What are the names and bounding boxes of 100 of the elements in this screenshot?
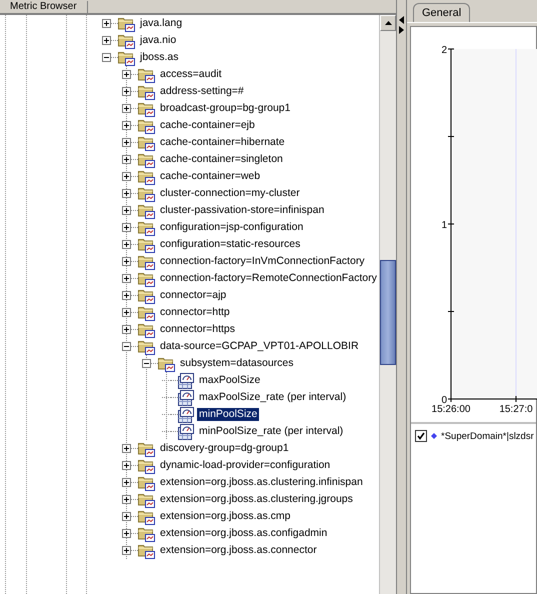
expand-icon[interactable]	[122, 444, 131, 453]
folder-chart-icon	[138, 118, 155, 134]
scroll-up-icon[interactable]	[380, 15, 396, 31]
chart-gauge-icon	[178, 406, 194, 422]
tree-item[interactable]: discovery-group=dg-group1	[158, 442, 291, 455]
folder-chart-icon	[138, 492, 155, 508]
tree-item[interactable]: cache-container=hibernate	[158, 136, 287, 149]
chart-gauge-icon	[178, 390, 194, 406]
folder-chart-icon	[138, 100, 155, 116]
folder-chart-icon	[138, 526, 155, 542]
folder-chart-icon	[138, 134, 155, 150]
x-tick-label: 15:26:00	[432, 404, 470, 415]
expand-icon[interactable]	[122, 308, 131, 317]
tree-item[interactable]: cache-container=singleton	[158, 153, 285, 166]
collapse-icon[interactable]	[122, 342, 131, 351]
tree-item[interactable]: extension=org.jboss.as.clustering.infinispan	[158, 476, 365, 489]
tree-item[interactable]: extension=org.jboss.as.connector	[158, 544, 319, 557]
tree-item[interactable]: java.nio	[138, 34, 178, 47]
expand-icon[interactable]	[122, 546, 131, 555]
folder-chart-icon	[138, 440, 155, 456]
collapse-left-icon[interactable]	[399, 16, 404, 24]
expand-icon[interactable]	[122, 87, 131, 96]
tree-item[interactable]: access=audit	[158, 68, 224, 81]
tree-item[interactable]: minPoolSize_rate (per interval)	[197, 425, 346, 438]
folder-chart-icon	[158, 356, 175, 372]
tree-item[interactable]: connector=http	[158, 306, 232, 319]
tab[interactable]: General	[413, 3, 470, 22]
checkbox[interactable]	[415, 430, 427, 442]
chart-gauge-icon	[178, 372, 194, 388]
tree-item[interactable]: cluster-passivation-store=infinispan	[158, 204, 326, 217]
tree-item[interactable]: extension=org.jboss.as.cmp	[158, 510, 292, 523]
folder-chart-icon	[138, 288, 155, 304]
expand-icon[interactable]	[122, 104, 131, 113]
folder-chart-icon	[138, 152, 155, 168]
tree-item[interactable]: cluster-connection=my-cluster	[158, 187, 302, 200]
tree-item[interactable]: address-setting=#	[158, 85, 246, 98]
y-tick-label: 1	[441, 220, 447, 231]
series-label: *SuperDomain*|slzdsr	[441, 430, 534, 442]
tree-item[interactable]: maxPoolSize_rate (per interval)	[197, 391, 348, 404]
expand-icon[interactable]	[122, 121, 131, 130]
folder-chart-icon	[138, 254, 155, 270]
folder-chart-icon	[138, 304, 155, 320]
expand-icon[interactable]	[102, 19, 111, 28]
y-tick-label: 2	[441, 45, 447, 56]
expand-icon[interactable]	[122, 138, 131, 147]
scroll-thumb[interactable]	[380, 260, 396, 365]
tree-item[interactable]: subsystem=datasources	[178, 357, 296, 370]
folder-chart-icon	[138, 322, 155, 338]
tree-item[interactable]: minPoolSize	[197, 408, 260, 421]
folder-chart-icon	[138, 84, 155, 100]
expand-icon[interactable]	[122, 206, 131, 215]
expand-icon[interactable]	[122, 325, 131, 334]
tree-item[interactable]: connection-factory=InVmConnectionFactory	[158, 255, 367, 268]
tree-item[interactable]: cache-container=web	[158, 170, 262, 183]
expand-icon[interactable]	[122, 495, 131, 504]
expand-icon[interactable]	[122, 529, 131, 538]
expand-icon[interactable]	[102, 36, 111, 45]
expand-right-icon[interactable]	[399, 26, 404, 34]
tree-item[interactable]: maxPoolSize	[197, 374, 262, 387]
expand-icon[interactable]	[122, 155, 131, 164]
tree-item[interactable]: extension=org.jboss.as.configadmin	[158, 527, 330, 540]
tree-item[interactable]: connector=https	[158, 323, 238, 336]
folder-chart-icon	[138, 458, 155, 474]
folder-chart-icon	[138, 168, 155, 184]
tree-item[interactable]: configuration=static-resources	[158, 238, 302, 251]
tree-item[interactable]: connection-factory=RemoteConnectionFactory	[158, 272, 379, 285]
tree-item[interactable]: configuration=jsp-configuration	[158, 221, 306, 234]
tree-item[interactable]: cache-container=ejb	[158, 119, 257, 132]
folder-chart-icon	[118, 32, 135, 48]
expand-icon[interactable]	[122, 70, 131, 79]
tree-item[interactable]: connector=ajp	[158, 289, 228, 302]
folder-chart-icon	[118, 50, 135, 66]
expand-icon[interactable]	[122, 512, 131, 521]
collapse-icon[interactable]	[102, 53, 111, 62]
tree-item[interactable]: dynamic-load-provider=configuration	[158, 459, 332, 472]
folder-chart-icon	[138, 542, 155, 558]
folder-chart-icon	[138, 270, 155, 286]
tree-item[interactable]: broadcast-group=bg-group1	[158, 102, 292, 115]
folder-chart-icon	[138, 474, 155, 490]
folder-chart-icon	[138, 202, 155, 218]
tree-item[interactable]: jboss.as	[138, 51, 181, 64]
expand-icon[interactable]	[122, 461, 131, 470]
tree-item[interactable]: data-source=GCPAP_VPT01-APOLLOBIR	[158, 340, 361, 353]
folder-chart-icon	[138, 220, 155, 236]
folder-chart-icon	[138, 508, 155, 524]
expand-icon[interactable]	[122, 274, 131, 283]
expand-icon[interactable]	[122, 257, 131, 266]
scrollbar[interactable]	[379, 15, 396, 594]
folder-chart-icon	[138, 338, 155, 354]
expand-icon[interactable]	[122, 240, 131, 249]
chart-gauge-icon	[178, 424, 194, 440]
tree-item[interactable]: extension=org.jboss.as.clustering.jgroups	[158, 493, 355, 506]
collapse-icon[interactable]	[142, 359, 151, 368]
expand-icon[interactable]	[122, 291, 131, 300]
expand-icon[interactable]	[122, 478, 131, 487]
expand-icon[interactable]	[122, 172, 131, 181]
tree-item[interactable]: java.lang	[138, 17, 184, 30]
expand-icon[interactable]	[122, 223, 131, 232]
folder-chart-icon	[138, 186, 155, 202]
expand-icon[interactable]	[122, 189, 131, 198]
